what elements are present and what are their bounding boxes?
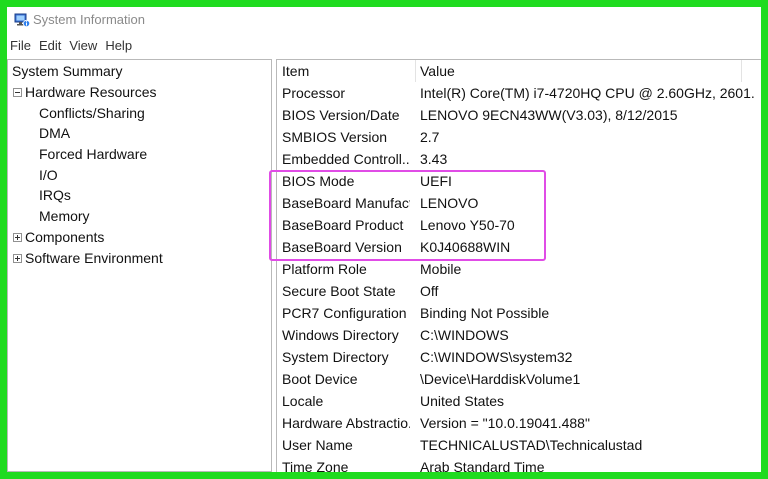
table-row[interactable]: System Directory C:\WINDOWS\system32 xyxy=(277,346,761,368)
expand-icon[interactable] xyxy=(13,253,22,263)
details-list[interactable]: Item Value Processor Intel(R) Core(TM) i7… xyxy=(276,59,761,472)
expand-icon[interactable] xyxy=(13,232,22,242)
tree-item-label: IRQs xyxy=(39,187,71,203)
value-cell: Arab Standard Time xyxy=(420,459,545,472)
window-title: System Information xyxy=(33,12,145,27)
table-row[interactable]: Secure Boot State Off xyxy=(277,280,761,302)
tree-item-forced-hardware[interactable]: Forced Hardware xyxy=(39,144,147,164)
tree-item-label: System Summary xyxy=(12,63,123,79)
column-divider[interactable] xyxy=(415,60,416,82)
table-row[interactable]: Time Zone Arab Standard Time xyxy=(277,456,761,472)
tree-item-system-summary[interactable]: System Summary xyxy=(12,61,122,81)
value-cell: TECHNICALUSTAD\Technicalustad xyxy=(420,437,643,453)
menu-view[interactable]: View xyxy=(66,38,100,56)
main-content: System Summary Hardware Resources Conflict… xyxy=(7,59,761,472)
item-cell: Boot Device xyxy=(282,371,358,387)
table-row[interactable]: Locale United States xyxy=(277,390,761,412)
item-cell: Platform Role xyxy=(282,261,367,277)
table-row[interactable]: User Name TECHNICALUSTAD\Technicalustad xyxy=(277,434,761,456)
menu-file[interactable]: File xyxy=(7,38,34,56)
system-information-icon xyxy=(13,11,31,29)
item-cell: User Name xyxy=(282,437,353,453)
tree-item-memory[interactable]: Memory xyxy=(39,206,90,226)
table-row[interactable]: Windows Directory C:\WINDOWS xyxy=(277,324,761,346)
menu-help[interactable]: Help xyxy=(102,38,135,56)
value-cell: Version = "10.0.19041.488" xyxy=(420,415,590,431)
value-cell: 2.7 xyxy=(420,129,440,145)
tree-item-conflicts-sharing[interactable]: Conflicts/Sharing xyxy=(39,103,145,123)
tree-item-irqs[interactable]: IRQs xyxy=(39,185,71,205)
value-cell: C:\WINDOWS xyxy=(420,327,509,343)
tree-item-label: Software Environment xyxy=(25,250,163,266)
tree-item-label: Components xyxy=(25,229,105,245)
tree-item-label: Hardware Resources xyxy=(25,84,157,100)
list-header: Item Value xyxy=(277,60,761,82)
menu-edit[interactable]: Edit xyxy=(36,38,64,56)
item-cell: BIOS Version/Date xyxy=(282,107,400,123)
title-bar: System Information xyxy=(7,7,761,33)
item-cell: Locale xyxy=(282,393,324,409)
table-row[interactable]: PCR7 Configuration Binding Not Possible xyxy=(277,302,761,324)
table-row[interactable]: Boot Device \Device\HarddiskVolume1 xyxy=(277,368,761,390)
table-row[interactable]: Hardware Abstractio... Version = "10.0.19… xyxy=(277,412,761,434)
value-cell: Mobile xyxy=(420,261,462,277)
item-cell: SMBIOS Version xyxy=(282,129,388,145)
value-cell: Intel(R) Core(TM) i7-4720HQ CPU @ 2.60GH… xyxy=(420,85,755,101)
tree-item-label: Forced Hardware xyxy=(39,146,148,162)
tree-item-label: DMA xyxy=(39,125,71,141)
item-cell: Hardware Abstractio... xyxy=(282,415,410,431)
value-cell: United States xyxy=(420,393,505,409)
column-divider[interactable] xyxy=(741,60,742,82)
table-row[interactable]: SMBIOS Version 2.7 xyxy=(277,126,761,148)
item-cell: Windows Directory xyxy=(282,327,399,343)
table-row[interactable]: Processor Intel(R) Core(TM) i7-4720HQ CPU… xyxy=(277,82,761,104)
tree-item-label: I/O xyxy=(39,167,58,183)
value-cell: 3.43 xyxy=(420,151,448,167)
item-cell: Embedded Controll... xyxy=(282,151,410,167)
tree-item-components[interactable]: Components xyxy=(13,227,104,247)
value-cell: Binding Not Possible xyxy=(420,305,550,321)
column-header-item[interactable]: Item xyxy=(282,63,309,79)
item-cell: Time Zone xyxy=(282,459,349,472)
value-cell: C:\WINDOWS\system32 xyxy=(420,349,573,365)
collapse-icon[interactable] xyxy=(13,87,22,97)
category-tree[interactable]: System Summary Hardware Resources Conflict… xyxy=(7,59,272,472)
tree-item-dma[interactable]: DMA xyxy=(39,123,70,143)
table-row[interactable]: Platform Role Mobile xyxy=(277,258,761,280)
tree-item-label: Memory xyxy=(39,208,90,224)
tree-item-hardware-resources[interactable]: Hardware Resources xyxy=(13,82,157,102)
tree-item-i-o[interactable]: I/O xyxy=(39,165,58,185)
highlight-box xyxy=(269,170,546,261)
item-cell: PCR7 Configuration xyxy=(282,305,407,321)
column-header-value[interactable]: Value xyxy=(420,63,455,79)
value-cell: \Device\HarddiskVolume1 xyxy=(420,371,581,387)
tree-item-label: Conflicts/Sharing xyxy=(39,105,145,121)
item-cell: Secure Boot State xyxy=(282,283,396,299)
tree-item-software-environment[interactable]: Software Environment xyxy=(13,248,163,268)
value-cell: LENOVO 9ECN43WW(V3.03), 8/12/2015 xyxy=(420,107,678,123)
item-cell: Processor xyxy=(282,85,346,101)
table-row[interactable]: Embedded Controll... 3.43 xyxy=(277,148,761,170)
value-cell: Off xyxy=(420,283,439,299)
item-cell: System Directory xyxy=(282,349,389,365)
table-row[interactable]: BIOS Version/Date LENOVO 9ECN43WW(V3.03),… xyxy=(277,104,761,126)
menu-bar: File Edit View Help xyxy=(7,38,137,56)
